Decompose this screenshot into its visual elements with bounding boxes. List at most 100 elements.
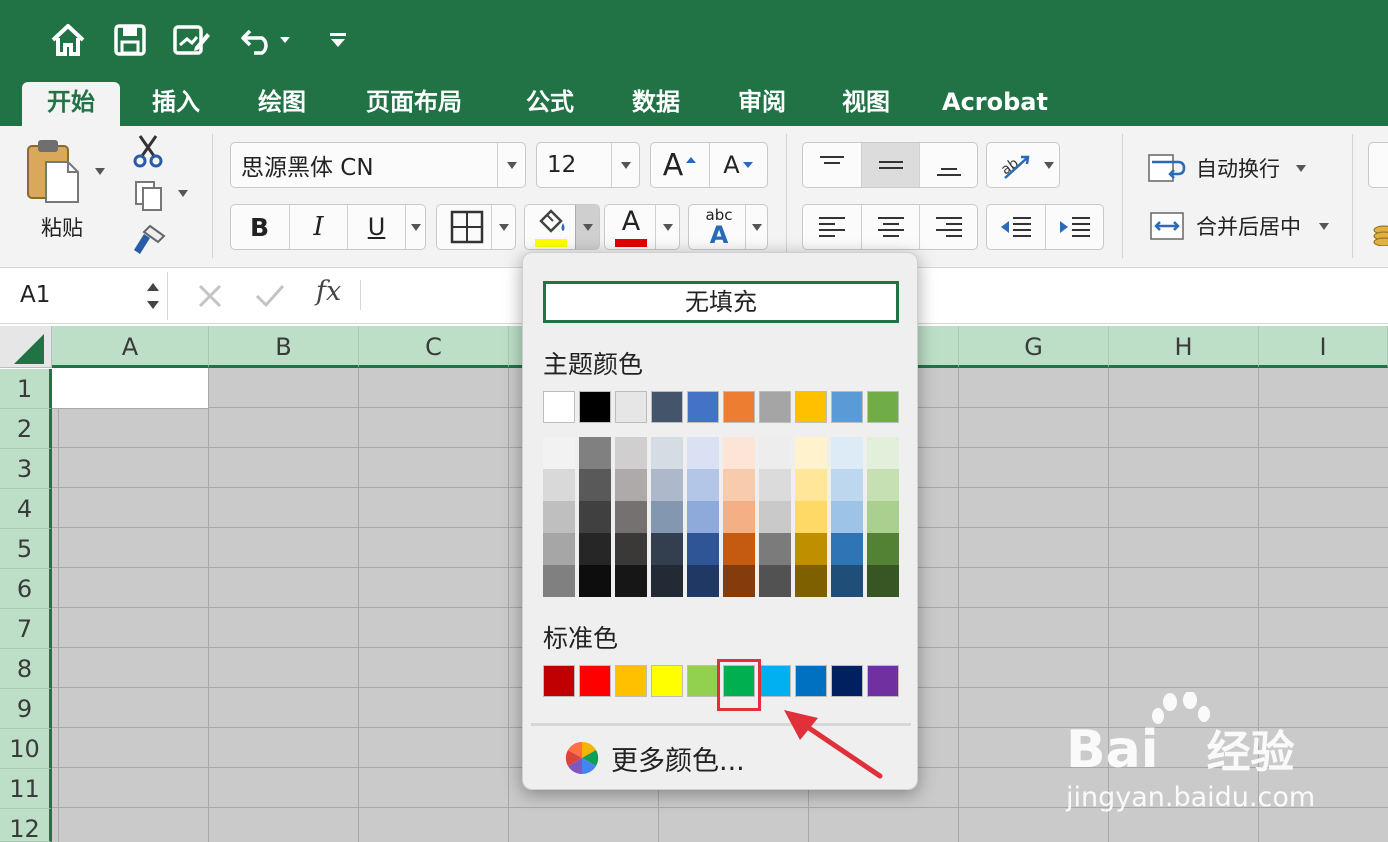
theme-shade-swatch[interactable]	[687, 437, 719, 469]
theme-shade-swatch[interactable]	[831, 469, 863, 501]
theme-shade-swatch[interactable]	[615, 501, 647, 533]
name-box[interactable]: A1	[4, 272, 168, 320]
theme-shade-swatch[interactable]	[543, 437, 575, 469]
theme-color-swatch[interactable]	[723, 391, 755, 423]
number-format-select[interactable]	[1368, 142, 1388, 188]
theme-shade-swatch[interactable]	[759, 469, 791, 501]
theme-shade-swatch[interactable]	[687, 469, 719, 501]
grow-font-button[interactable]: A	[651, 143, 709, 187]
theme-shade-swatch[interactable]	[795, 437, 827, 469]
theme-shade-swatch[interactable]	[867, 565, 899, 597]
theme-shade-swatch[interactable]	[687, 533, 719, 565]
column-header[interactable]: H	[1109, 326, 1259, 368]
font-size-select[interactable]: 12	[536, 142, 640, 188]
tab-view[interactable]: 视图	[826, 82, 906, 126]
tab-draw[interactable]: 绘图	[242, 82, 322, 126]
theme-shade-swatch[interactable]	[831, 501, 863, 533]
align-middle-button[interactable]	[861, 143, 919, 187]
standard-color-swatch[interactable]	[795, 665, 827, 697]
theme-color-swatch[interactable]	[759, 391, 791, 423]
wrap-text-dropdown-icon[interactable]	[1296, 164, 1306, 172]
cancel-entry-icon[interactable]	[196, 282, 224, 314]
decrease-indent-button[interactable]	[987, 205, 1045, 249]
font-color-dropdown-icon[interactable]	[655, 205, 679, 249]
paste-icon[interactable]	[24, 138, 84, 208]
theme-shade-swatch[interactable]	[651, 469, 683, 501]
row-header[interactable]: 3	[0, 449, 52, 489]
row-header[interactable]: 4	[0, 489, 52, 529]
customize-toolbar-icon[interactable]	[318, 20, 358, 60]
underline-dropdown-icon[interactable]	[405, 205, 425, 249]
orientation-dropdown-icon[interactable]	[1039, 143, 1059, 187]
underline-button[interactable]: U	[347, 205, 405, 249]
standard-color-swatch[interactable]	[759, 665, 791, 697]
font-name-dropdown-icon[interactable]	[497, 143, 525, 187]
align-top-button[interactable]	[803, 143, 861, 187]
theme-shade-swatch[interactable]	[543, 501, 575, 533]
align-right-button[interactable]	[919, 205, 977, 249]
borders-button[interactable]	[436, 204, 516, 250]
copy-dropdown-icon[interactable]	[178, 190, 188, 197]
theme-shade-swatch[interactable]	[687, 565, 719, 597]
theme-shade-swatch[interactable]	[579, 437, 611, 469]
theme-shade-swatch[interactable]	[651, 501, 683, 533]
theme-shade-swatch[interactable]	[867, 469, 899, 501]
theme-shade-swatch[interactable]	[795, 533, 827, 565]
theme-shade-swatch[interactable]	[723, 501, 755, 533]
row-header[interactable]: 12	[0, 809, 52, 842]
theme-shade-swatch[interactable]	[759, 501, 791, 533]
theme-shade-swatch[interactable]	[651, 565, 683, 597]
theme-color-swatch[interactable]	[831, 391, 863, 423]
align-center-button[interactable]	[861, 205, 919, 249]
theme-color-swatch[interactable]	[651, 391, 683, 423]
italic-button[interactable]: I	[289, 205, 347, 249]
standard-color-swatch[interactable]	[651, 665, 683, 697]
undo-dropdown-icon[interactable]	[270, 20, 300, 60]
theme-shade-swatch[interactable]	[615, 565, 647, 597]
theme-color-swatch[interactable]	[687, 391, 719, 423]
theme-shade-swatch[interactable]	[615, 533, 647, 565]
theme-shade-swatch[interactable]	[759, 533, 791, 565]
format-painter-icon[interactable]	[130, 224, 166, 260]
phonetic-button[interactable]: abc A	[688, 204, 768, 250]
fill-color-button[interactable]	[524, 204, 600, 250]
theme-shade-swatch[interactable]	[579, 565, 611, 597]
tab-data[interactable]: 数据	[616, 82, 696, 126]
theme-color-swatch[interactable]	[795, 391, 827, 423]
theme-shade-swatch[interactable]	[543, 565, 575, 597]
row-header[interactable]: 9	[0, 689, 52, 729]
theme-shade-swatch[interactable]	[831, 565, 863, 597]
row-header[interactable]: 5	[0, 529, 52, 569]
paste-dropdown-icon[interactable]	[95, 168, 105, 175]
standard-color-swatch[interactable]	[543, 665, 575, 697]
row-header[interactable]: 6	[0, 569, 52, 609]
increase-indent-button[interactable]	[1045, 205, 1103, 249]
theme-shade-swatch[interactable]	[867, 501, 899, 533]
merge-center-button[interactable]: 合并后居中	[1150, 208, 1329, 244]
theme-shade-swatch[interactable]	[867, 533, 899, 565]
tab-page-layout[interactable]: 页面布局	[352, 82, 476, 126]
insert-function-button[interactable]: fx	[316, 276, 341, 307]
theme-shade-swatch[interactable]	[723, 469, 755, 501]
tab-insert[interactable]: 插入	[136, 82, 216, 126]
tab-home[interactable]: 开始	[22, 82, 120, 126]
confirm-entry-icon[interactable]	[254, 282, 286, 314]
merge-center-dropdown-icon[interactable]	[1319, 222, 1329, 230]
theme-shade-swatch[interactable]	[867, 437, 899, 469]
theme-shade-swatch[interactable]	[579, 533, 611, 565]
theme-shade-swatch[interactable]	[759, 437, 791, 469]
copy-icon[interactable]	[134, 180, 164, 216]
theme-shade-swatch[interactable]	[831, 533, 863, 565]
paste-label[interactable]: 粘贴	[41, 212, 83, 242]
theme-shade-swatch[interactable]	[579, 469, 611, 501]
column-header[interactable]: B	[209, 326, 359, 368]
tab-review[interactable]: 审阅	[722, 82, 802, 126]
wrap-text-button[interactable]: 自动换行	[1148, 150, 1306, 186]
theme-shade-swatch[interactable]	[615, 437, 647, 469]
theme-color-swatch[interactable]	[615, 391, 647, 423]
font-color-button[interactable]: A	[604, 204, 680, 250]
column-header[interactable]: C	[359, 326, 509, 368]
row-header[interactable]: 10	[0, 729, 52, 769]
standard-color-swatch[interactable]	[615, 665, 647, 697]
edit-document-icon[interactable]	[172, 20, 212, 60]
